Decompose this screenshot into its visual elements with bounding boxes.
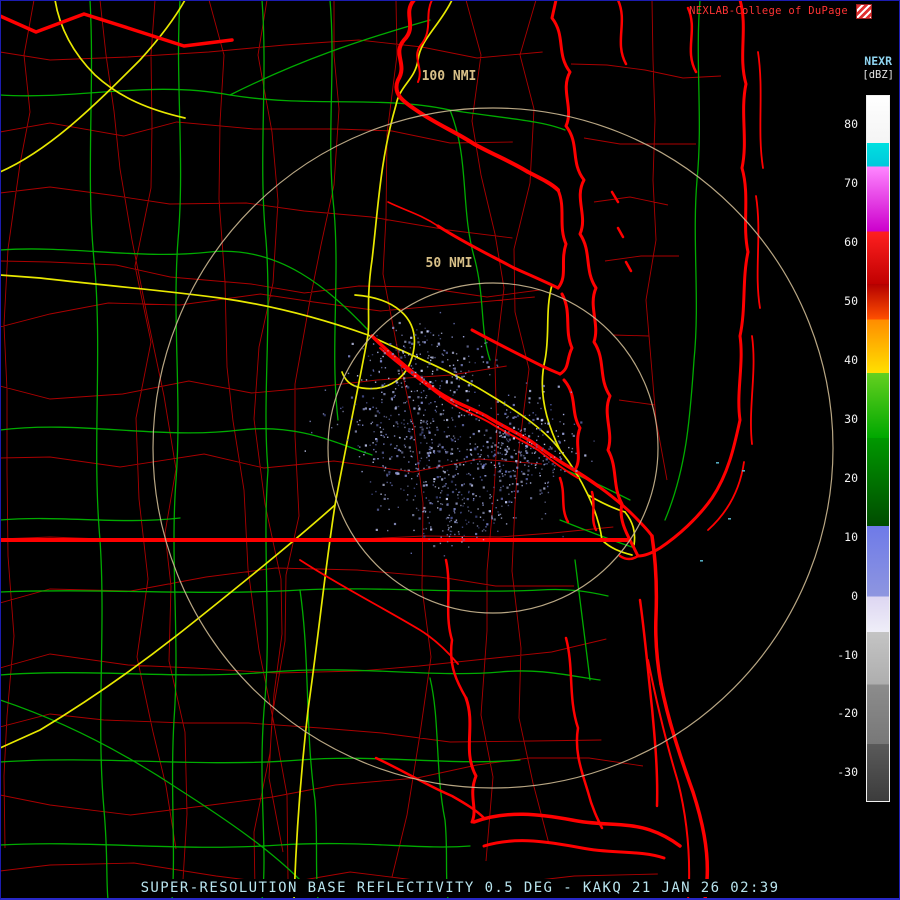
colorbar-tick-label: 60 [824, 234, 858, 250]
colorbar-tick-label: -20 [824, 705, 858, 721]
colorbar-tick-label: 70 [824, 175, 858, 191]
range-rings [153, 108, 833, 788]
delmarva-ocean-shore [638, 0, 748, 556]
colorbar-tick-label: 40 [824, 352, 858, 368]
radar-display: 100 NMI 50 NMI NEXLAB-College of DuPage … [0, 0, 900, 900]
ring-label-100nmi: 100 NMI [422, 69, 477, 84]
delmarva-bay-shore [552, 0, 638, 556]
road-network [0, 0, 700, 900]
potomac-river [396, 0, 558, 190]
product-caption: SUPER-RESOLUTION BASE REFLECTIVITY 0.5 D… [0, 880, 900, 896]
colorbar-gradient [866, 95, 890, 802]
colorbar-tick-label: -10 [824, 647, 858, 663]
ring-label-50nmi: 50 NMI [426, 256, 473, 271]
colorbar-tick-label: 50 [824, 293, 858, 309]
county-lines [0, 0, 721, 890]
radar-map: 100 NMI 50 NMI [0, 0, 900, 900]
colorbar-tick-label: 20 [824, 470, 858, 486]
colorbar-tick-label: 10 [824, 529, 858, 545]
colorbar-tick-label: -30 [824, 764, 858, 780]
atlantic-coastline [652, 536, 661, 684]
james-river [372, 336, 598, 486]
range-ring-100nmi [153, 108, 833, 788]
colorbar: NEXR [dBZ] 80 70 60 50 40 30 20 10 0 -10 -20 -30 [780, 0, 900, 900]
colorbar-tick-label: 30 [824, 411, 858, 427]
colorbar-tick-label: 0 [824, 588, 858, 604]
ring-labels: 100 NMI 50 NMI [422, 69, 477, 271]
colorbar-title: NEXR [864, 54, 892, 68]
colorbar-unit: [dBZ] [862, 69, 894, 81]
state-and-coast-lines [0, 0, 763, 900]
product-caption-text: SUPER-RESOLUTION BASE REFLECTIVITY 0.5 D… [135, 879, 786, 897]
attribution-text: NEXLAB-College of DuPage [689, 5, 848, 17]
cod-logo-icon [856, 4, 872, 19]
colorbar-tick-label: 80 [824, 116, 858, 132]
